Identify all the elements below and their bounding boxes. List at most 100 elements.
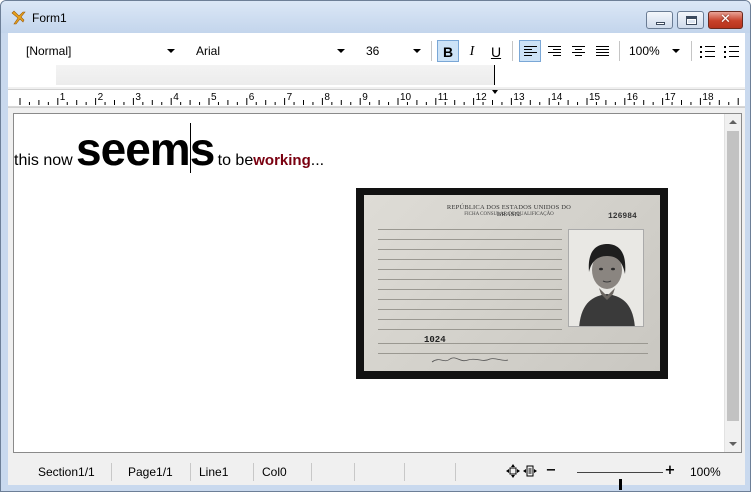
text-run-large-part: seem xyxy=(76,123,191,175)
ruler-number: 18 xyxy=(702,92,714,103)
zoom-in-button[interactable]: + xyxy=(662,463,678,479)
status-separator xyxy=(111,463,112,481)
align-center-button[interactable] xyxy=(567,40,589,62)
document-line[interactable]: this now seems to beworking... xyxy=(14,122,324,176)
chevron-down-icon[interactable] xyxy=(167,49,175,53)
status-col: Col0 xyxy=(262,465,287,479)
numbered-list-icon xyxy=(700,46,715,58)
underline-button[interactable]: U xyxy=(485,40,507,62)
scroll-down-icon[interactable] xyxy=(729,442,737,446)
app-window: Form1 ✕ [Normal] Arial 36 B I U 100% 1 2… xyxy=(0,0,751,492)
chevron-down-icon[interactable] xyxy=(337,49,345,53)
text-run-bold-red[interactable]: working xyxy=(253,152,311,169)
align-justify-icon xyxy=(596,46,609,57)
toolbar-blank-area xyxy=(11,65,51,85)
status-separator xyxy=(190,463,191,481)
text-run-large[interactable]: seems xyxy=(76,123,216,175)
zoom-level: 100% xyxy=(690,465,721,479)
align-right-icon xyxy=(548,46,561,57)
client-area: [Normal] Arial 36 B I U 100% 1 2 3 4 5 6… xyxy=(8,33,745,490)
scan-code: 1024 xyxy=(424,335,446,345)
font-combo-value: Arial xyxy=(196,44,221,58)
ruler-number: 2 xyxy=(97,92,104,103)
bold-button[interactable]: B xyxy=(437,40,459,62)
status-separator xyxy=(404,463,405,481)
ruler-indent-marker[interactable] xyxy=(492,90,498,94)
document-scan: REPÚBLICA DOS ESTADOS UNIDOS DO BRASIL F… xyxy=(364,195,660,371)
scan-subheading: FICHA CONSULAR DE QUALIFICAÇÃO xyxy=(464,212,554,217)
numbered-list-button[interactable] xyxy=(696,40,718,62)
horizontal-ruler[interactable]: 1 2 3 4 5 6 7 8 9 10 11 12 13 14 15 16 17 18 xyxy=(8,89,745,108)
insertion-marker xyxy=(494,65,495,85)
zoom-combo[interactable]: 100% xyxy=(625,40,685,62)
title-bar[interactable]: Form1 ✕ xyxy=(1,1,750,33)
status-bar: Section1/1 Page1/1 Line1 Col0 − + 100% xyxy=(8,459,745,490)
text-run[interactable]: ... xyxy=(311,152,324,169)
status-section: Section1/1 xyxy=(38,465,95,479)
status-line: Line1 xyxy=(199,465,229,479)
close-button[interactable]: ✕ xyxy=(708,11,743,29)
zoom-out-button[interactable]: − xyxy=(543,463,559,479)
bullet-list-icon xyxy=(724,46,739,58)
fit-width-icon[interactable] xyxy=(523,464,537,478)
vertical-scrollbar[interactable] xyxy=(724,114,741,452)
text-run[interactable]: this now xyxy=(14,152,73,169)
minimize-button[interactable] xyxy=(646,11,673,29)
align-left-icon xyxy=(524,46,537,57)
scan-number: 126984 xyxy=(608,212,637,221)
ruler-number: 13 xyxy=(513,92,525,103)
chevron-down-icon[interactable] xyxy=(672,49,680,53)
maximize-button[interactable] xyxy=(677,11,704,29)
maximize-icon xyxy=(686,16,697,25)
font-combo[interactable]: Arial xyxy=(192,40,350,62)
embedded-image[interactable]: REPÚBLICA DOS ESTADOS UNIDOS DO BRASIL F… xyxy=(356,188,668,379)
text-run[interactable]: to be xyxy=(218,152,254,169)
status-separator xyxy=(311,463,312,481)
align-right-button[interactable] xyxy=(543,40,565,62)
toolbar-separator xyxy=(512,41,513,61)
status-separator xyxy=(455,463,456,481)
ruler-number: 12 xyxy=(475,92,487,103)
ruler-number: 16 xyxy=(626,92,638,103)
secondary-toolbar-row xyxy=(8,63,745,87)
document-editor[interactable]: this now seems to beworking... REPÚBLICA… xyxy=(13,113,742,453)
scrollbar-thumb[interactable] xyxy=(727,131,739,421)
zoom-combo-value: 100% xyxy=(629,44,660,58)
bullet-list-button[interactable] xyxy=(720,40,742,62)
status-page: Page1/1 xyxy=(128,465,173,479)
toolbar-separator xyxy=(619,41,620,61)
signature-mark xyxy=(431,357,509,363)
toolbar-separator xyxy=(691,41,692,61)
ruler-number: 4 xyxy=(173,92,179,103)
ruler-number: 5 xyxy=(211,92,217,103)
style-combo-value: [Normal] xyxy=(26,44,72,58)
app-icon xyxy=(11,10,26,25)
portrait-photo xyxy=(568,229,644,327)
close-icon: ✕ xyxy=(720,12,731,27)
toolbar-separator xyxy=(431,41,432,61)
zoom-slider-thumb[interactable] xyxy=(619,479,622,490)
minimize-icon xyxy=(656,22,665,25)
chevron-down-icon[interactable] xyxy=(413,49,421,53)
formatting-toolbar: [Normal] Arial 36 B I U 100% xyxy=(8,33,745,87)
ruler-number: 3 xyxy=(135,92,141,103)
ruler-number: 6 xyxy=(248,92,255,103)
fit-page-icon[interactable] xyxy=(506,464,520,478)
ruler-number: 14 xyxy=(551,92,563,103)
ruler-number: 15 xyxy=(589,92,601,103)
align-justify-button[interactable] xyxy=(591,40,613,62)
zoom-slider[interactable] xyxy=(577,472,663,490)
scroll-up-icon[interactable] xyxy=(729,120,737,124)
italic-button[interactable]: I xyxy=(461,40,483,62)
window-title: Form1 xyxy=(32,11,67,25)
ruler-number: 9 xyxy=(362,92,368,103)
ruler-number: 11 xyxy=(437,92,449,103)
ruler-number: 8 xyxy=(324,92,330,103)
ruler-number: 7 xyxy=(286,92,293,103)
style-combo[interactable]: [Normal] xyxy=(22,40,180,62)
text-run-large-part: s xyxy=(189,123,216,175)
toolbar-strip xyxy=(56,65,494,85)
align-left-button[interactable] xyxy=(519,40,541,62)
font-size-combo[interactable]: 36 xyxy=(362,40,426,62)
align-center-icon xyxy=(572,46,585,57)
